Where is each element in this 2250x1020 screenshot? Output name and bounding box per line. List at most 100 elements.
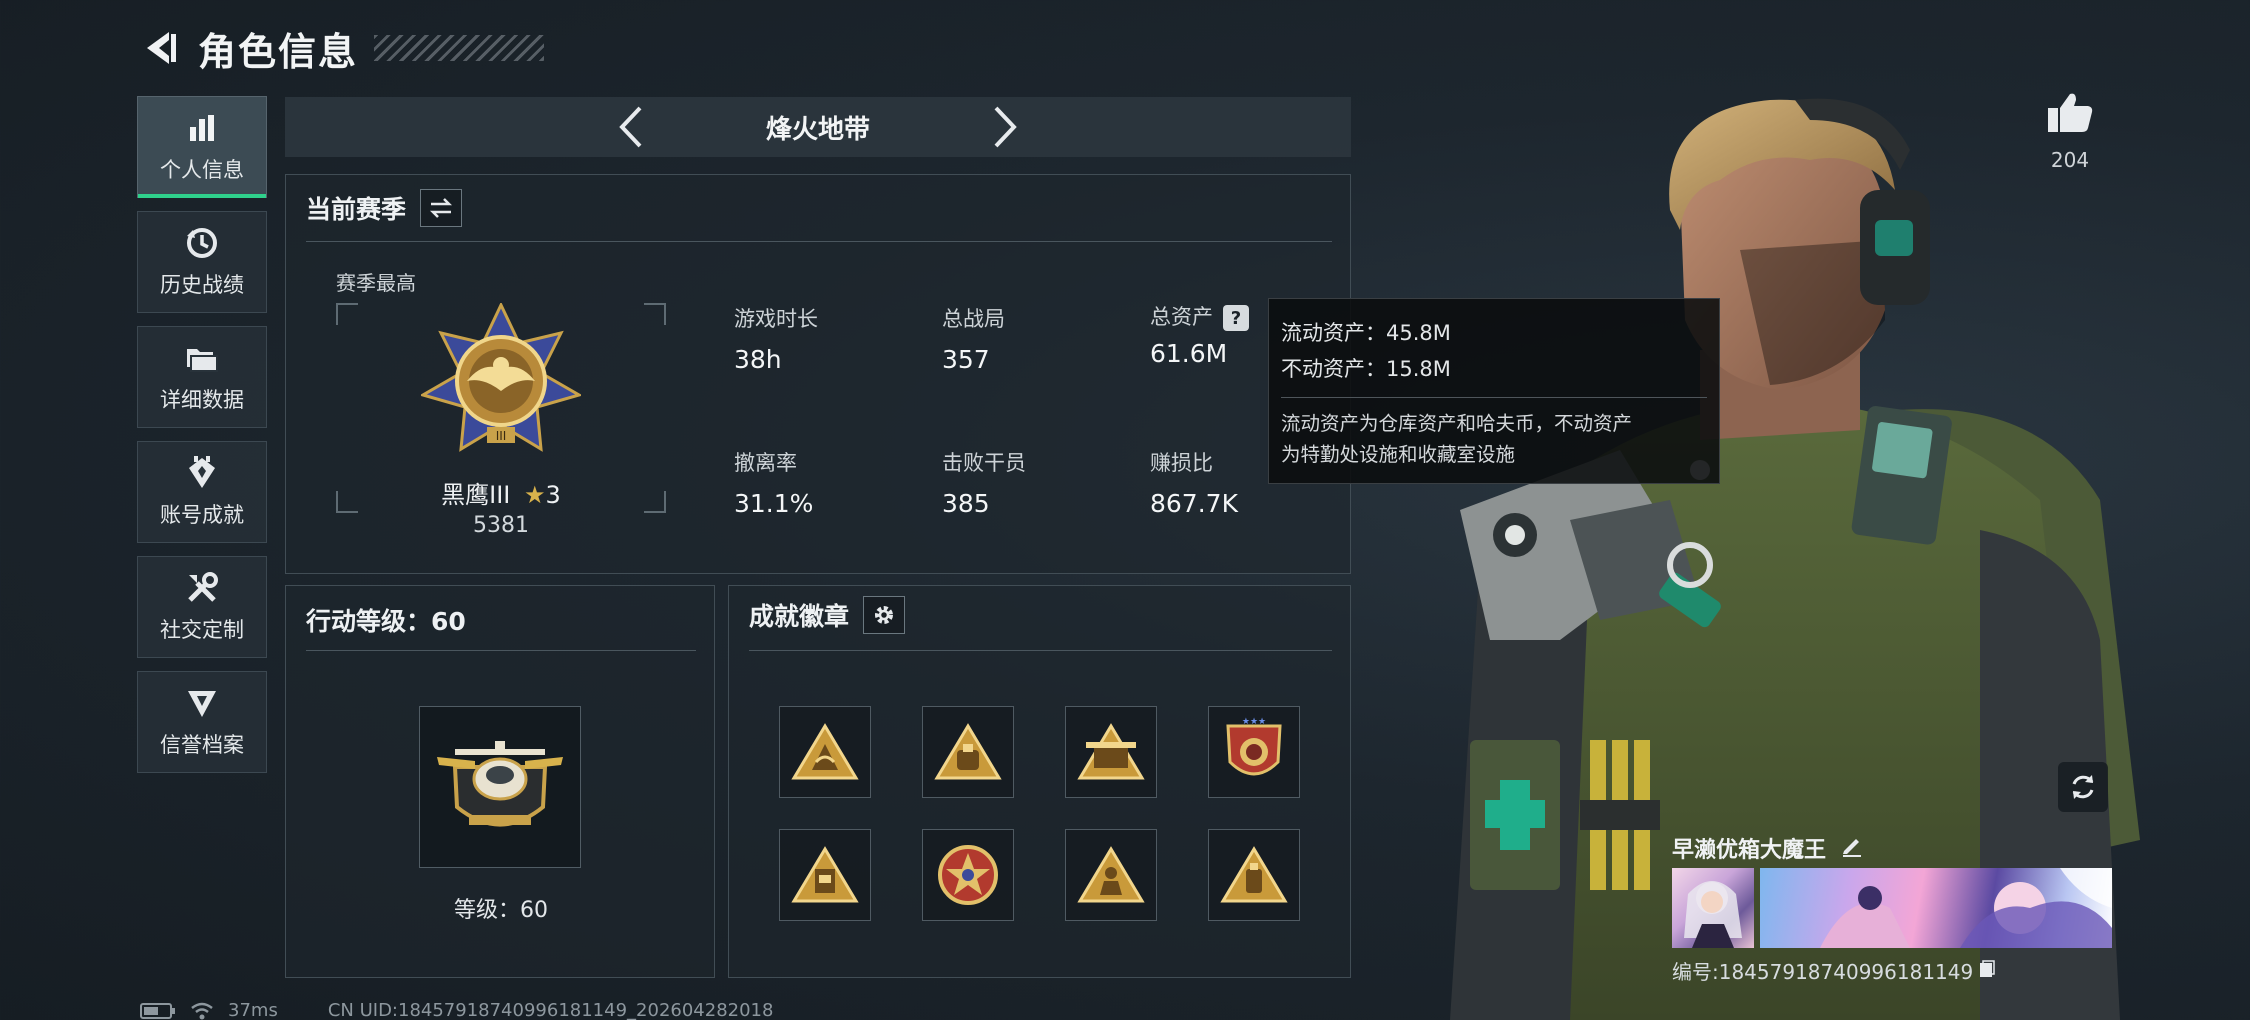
sidebar: 个人信息 历史战绩 详细数据 账号成就 社交定制 信誉档案 bbox=[137, 96, 267, 786]
player-card: 早濑优箱大魔王 编号:18457918740996181149 bbox=[1672, 830, 2112, 986]
tooltip-divider bbox=[1281, 397, 1707, 398]
badge-slot-5[interactable] bbox=[779, 829, 871, 921]
action-level-panel: 行动等级：60 等级：60 bbox=[285, 585, 715, 978]
star-icon: ★ bbox=[524, 481, 546, 509]
sidebar-item-label: 账号成就 bbox=[160, 503, 244, 527]
tooltip-fixed-assets: 不动资产：15.8M bbox=[1281, 357, 1451, 381]
like-count: 204 bbox=[2050, 148, 2090, 172]
svg-text:III: III bbox=[496, 429, 507, 443]
thumbs-up-icon bbox=[2048, 93, 2093, 132]
badge-slot-7[interactable] bbox=[1065, 829, 1157, 921]
rank-name: 黑鹰III ★3 bbox=[336, 475, 666, 510]
level-text: 等级：60 bbox=[454, 898, 548, 923]
history-icon bbox=[184, 225, 220, 261]
copy-icon bbox=[1980, 959, 1995, 977]
stat-value: 31.1% bbox=[734, 489, 814, 518]
like-button[interactable]: 204 bbox=[2040, 90, 2100, 172]
divider bbox=[749, 650, 1332, 651]
stat-label-text: 总资产 bbox=[1150, 305, 1213, 329]
rotate-model-button[interactable] bbox=[2058, 762, 2108, 812]
map-name: 烽火地带 bbox=[765, 114, 870, 145]
reputation-icon bbox=[184, 685, 220, 721]
sidebar-item-social-custom[interactable]: 社交定制 bbox=[137, 556, 267, 658]
sidebar-item-label: 详细数据 bbox=[160, 388, 244, 412]
badge-triangle-box-icon bbox=[791, 846, 859, 903]
title-decoration bbox=[374, 35, 545, 61]
badge-slot-4[interactable]: ★★★ bbox=[1208, 706, 1300, 798]
prev-map-button[interactable] bbox=[606, 102, 656, 152]
refresh-icon bbox=[2072, 775, 2094, 799]
card-images bbox=[1672, 868, 2112, 948]
sidebar-item-detailed-data[interactable]: 详细数据 bbox=[137, 326, 267, 428]
header: 角色信息 bbox=[140, 18, 545, 78]
badge-slot-3[interactable] bbox=[1065, 706, 1157, 798]
rank-name-text: 黑鹰III bbox=[441, 481, 511, 509]
season-panel: 当前赛季 赛季最高 III 黑鹰III ★3 5381 游戏时长 38h 总战局… bbox=[285, 174, 1351, 574]
tooltip-liquid-assets: 流动资产：45.8M bbox=[1281, 321, 1451, 345]
stat-value: 357 bbox=[942, 345, 990, 374]
divider bbox=[306, 241, 1332, 242]
tooltip-note-line1: 流动资产为仓库资产和哈夫币，不动资产 bbox=[1281, 412, 1633, 435]
badge-triangle-bag-icon bbox=[934, 723, 1002, 780]
copy-id-button[interactable] bbox=[1979, 959, 1995, 983]
map-selector: 烽火地带 bbox=[285, 97, 1351, 157]
badge-slot-2[interactable] bbox=[922, 706, 1014, 798]
help-icon[interactable]: ? bbox=[1223, 305, 1249, 331]
sidebar-item-achievements[interactable]: 账号成就 bbox=[137, 441, 267, 543]
badge-triangle-soldier-icon bbox=[1077, 846, 1145, 903]
uid-text: CN UID:18457918740996181149_202604282018 bbox=[327, 1000, 774, 1020]
badge-slot-1[interactable] bbox=[779, 706, 871, 798]
player-name-row: 早濑优箱大魔王 bbox=[1672, 830, 2112, 866]
player-id-row: 编号:18457918740996181149 bbox=[1672, 956, 2112, 985]
sidebar-item-label: 历史战绩 bbox=[160, 273, 244, 297]
aircraft-badge-icon bbox=[437, 741, 563, 827]
next-map-button[interactable] bbox=[980, 102, 1030, 152]
stat-total-matches: 总战局 357 bbox=[942, 303, 1005, 374]
stat-label: 总资产? bbox=[1150, 301, 1249, 331]
sidebar-item-reputation[interactable]: 信誉档案 bbox=[137, 671, 267, 773]
badge-slot-6[interactable] bbox=[922, 829, 1014, 921]
badge-settings-button[interactable] bbox=[863, 596, 906, 634]
stat-profit-ratio: 赚损比 867.7K bbox=[1150, 447, 1238, 518]
pencil-icon bbox=[1843, 839, 1862, 857]
stat-value: 385 bbox=[942, 489, 990, 518]
tools-icon bbox=[184, 570, 220, 606]
back-button[interactable] bbox=[140, 28, 180, 68]
sidebar-item-label: 社交定制 bbox=[160, 618, 244, 642]
stat-value: 61.6M bbox=[1150, 339, 1228, 368]
season-header: 当前赛季 bbox=[306, 189, 463, 227]
chevron-right-icon bbox=[994, 106, 1017, 148]
badge-triangle-hands-icon bbox=[791, 723, 859, 780]
sidebar-item-label: 个人信息 bbox=[160, 158, 244, 182]
achievement-icon bbox=[184, 455, 220, 491]
chevron-left-icon bbox=[619, 106, 642, 148]
achievement-title: 成就徽章 bbox=[749, 602, 850, 631]
stat-label: 击败干员 bbox=[942, 451, 1026, 475]
tooltip-note-line2: 为特勤处设施和收藏室设施 bbox=[1281, 443, 1516, 466]
level-badge[interactable] bbox=[419, 706, 581, 868]
player-banner[interactable] bbox=[1760, 868, 2112, 948]
stat-operators-defeated: 击败干员 385 bbox=[942, 447, 1026, 518]
wifi-icon bbox=[191, 1002, 213, 1019]
sidebar-item-history[interactable]: 历史战绩 bbox=[137, 211, 267, 313]
stat-value: 38h bbox=[734, 345, 782, 374]
svg-text:★★★: ★★★ bbox=[1242, 717, 1266, 727]
edit-name-button[interactable] bbox=[1840, 833, 1864, 863]
stat-play-time: 游戏时长 38h bbox=[734, 303, 818, 374]
badge-shield-stars-icon: ★★★ bbox=[1226, 717, 1282, 776]
achievement-header: 成就徽章 bbox=[749, 596, 906, 634]
badge-slot-8[interactable] bbox=[1208, 829, 1300, 921]
bar-chart-icon bbox=[184, 110, 220, 146]
player-id: 编号:18457918740996181149 bbox=[1672, 960, 1974, 984]
stat-extraction-rate: 撤离率 31.1% bbox=[734, 447, 813, 518]
ping-text: 37ms bbox=[228, 1000, 278, 1020]
sidebar-item-personal-info[interactable]: 个人信息 bbox=[137, 96, 267, 198]
switch-season-button[interactable] bbox=[420, 189, 463, 227]
badge-triangle-crate-icon bbox=[1077, 723, 1145, 780]
player-name: 早濑优箱大魔王 bbox=[1672, 838, 1827, 863]
gear-icon bbox=[875, 606, 894, 624]
player-avatar[interactable] bbox=[1672, 868, 1754, 948]
season-best-label: 赛季最高 bbox=[336, 271, 416, 295]
rank-score: 5381 bbox=[473, 513, 529, 538]
assets-tooltip: 流动资产：45.8M 不动资产：15.8M 流动资产为仓库资产和哈夫币，不动资产… bbox=[1268, 298, 1720, 484]
